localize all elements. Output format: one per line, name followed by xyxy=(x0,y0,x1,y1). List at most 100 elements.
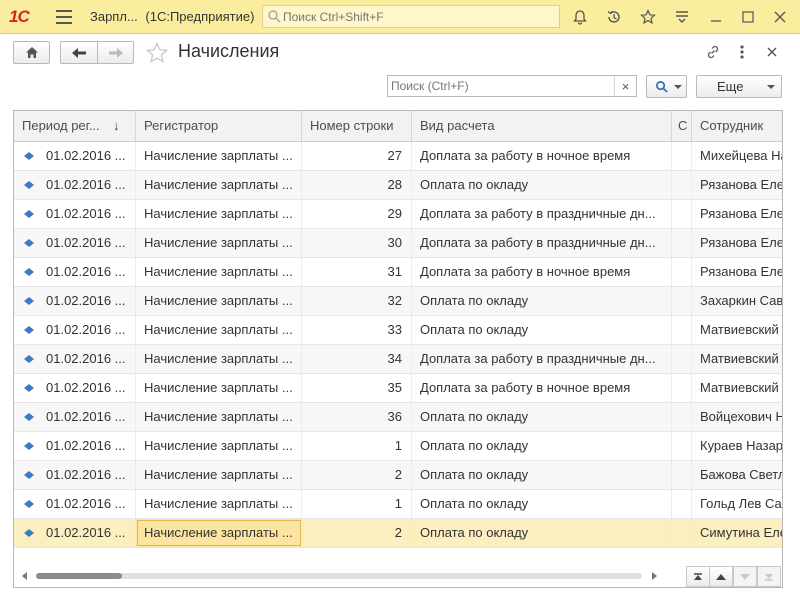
table-cell-employee[interactable]: Рязанова Еле xyxy=(692,258,782,286)
favorites-star-icon[interactable] xyxy=(638,7,658,27)
table-cell-period[interactable]: 01.02.2016 ... xyxy=(14,316,136,344)
table-cell-registrar[interactable]: Начисление зарплаты ... xyxy=(136,432,302,460)
home-button[interactable] xyxy=(13,41,50,64)
column-header-calc-kind[interactable]: Вид расчета xyxy=(412,111,672,141)
search-options-button[interactable] xyxy=(646,75,687,98)
table-cell-employee[interactable]: Рязанова Еле xyxy=(692,200,782,228)
table-cell-empty[interactable] xyxy=(672,345,692,373)
table-row[interactable]: 01.02.2016 ... Начисление зарплаты ... 35 Д… xyxy=(14,374,782,403)
table-cell-line[interactable]: 32 xyxy=(302,287,412,315)
table-cell-employee[interactable]: Гольд Лев Са xyxy=(692,490,782,518)
table-cell-registrar[interactable]: Начисление зарплаты ... xyxy=(136,345,302,373)
table-cell-line[interactable]: 27 xyxy=(302,142,412,170)
table-cell-kind[interactable]: Оплата по окладу xyxy=(412,316,672,344)
table-cell-registrar[interactable]: Начисление зарплаты ... xyxy=(136,287,302,315)
column-header-period[interactable]: Период рег... ↓ xyxy=(14,111,136,141)
table-row[interactable]: 01.02.2016 ... Начисление зарплаты ... 36 О… xyxy=(14,403,782,432)
global-search-field[interactable] xyxy=(262,5,560,28)
table-cell-empty[interactable] xyxy=(672,171,692,199)
back-button[interactable] xyxy=(60,41,98,64)
column-header-truncated[interactable]: С xyxy=(672,111,692,141)
table-cell-registrar[interactable]: Начисление зарплаты ... xyxy=(136,142,302,170)
close-form-icon[interactable] xyxy=(763,43,781,61)
clear-search-icon[interactable]: × xyxy=(614,76,636,96)
table-cell-line[interactable]: 28 xyxy=(302,171,412,199)
table-cell-period[interactable]: 01.02.2016 ... xyxy=(14,287,136,315)
table-cell-registrar[interactable]: Начисление зарплаты ... xyxy=(136,229,302,257)
table-cell-empty[interactable] xyxy=(672,200,692,228)
table-row[interactable]: 01.02.2016 ... Начисление зарплаты ... 27 Д… xyxy=(14,142,782,171)
forward-button[interactable] xyxy=(97,41,134,64)
table-cell-period[interactable]: 01.02.2016 ... xyxy=(14,403,136,431)
table-cell-line[interactable]: 1 xyxy=(302,432,412,460)
table-row[interactable]: 01.02.2016 ... Начисление зарплаты ... 1 Оп… xyxy=(14,432,782,461)
scroll-to-bottom-button[interactable] xyxy=(757,566,781,587)
table-cell-employee[interactable]: Матвиевский xyxy=(692,316,782,344)
table-cell-line[interactable]: 2 xyxy=(302,461,412,489)
table-row[interactable]: 01.02.2016 ... Начисление зарплаты ... 2 Оп… xyxy=(14,461,782,490)
table-cell-employee[interactable]: Матвиевский xyxy=(692,345,782,373)
table-cell-period[interactable]: 01.02.2016 ... xyxy=(14,432,136,460)
history-icon[interactable] xyxy=(604,7,624,27)
table-cell-registrar[interactable]: Начисление зарплаты ... xyxy=(136,316,302,344)
table-row[interactable]: 01.02.2016 ... Начисление зарплаты ... 29 Д… xyxy=(14,200,782,229)
table-cell-period[interactable]: 01.02.2016 ... xyxy=(14,490,136,518)
global-search-input[interactable] xyxy=(283,8,553,25)
table-cell-period[interactable]: 01.02.2016 ... xyxy=(14,229,136,257)
table-cell-line[interactable]: 29 xyxy=(302,200,412,228)
table-cell-registrar[interactable]: Начисление зарплаты ... xyxy=(136,171,302,199)
table-cell-period[interactable]: 01.02.2016 ... xyxy=(14,461,136,489)
column-header-registrar[interactable]: Регистратор xyxy=(136,111,302,141)
table-cell-line[interactable]: 35 xyxy=(302,374,412,402)
table-cell-line[interactable]: 2 xyxy=(302,519,412,547)
table-cell-kind[interactable]: Оплата по окладу xyxy=(412,490,672,518)
table-cell-employee[interactable]: Войцехович Н xyxy=(692,403,782,431)
table-cell-line[interactable]: 33 xyxy=(302,316,412,344)
table-cell-period[interactable]: 01.02.2016 ... xyxy=(14,142,136,170)
table-cell-empty[interactable] xyxy=(672,490,692,518)
column-header-line-number[interactable]: Номер строки xyxy=(302,111,412,141)
table-cell-kind[interactable]: Доплата за работу в ночное время xyxy=(412,142,672,170)
scroll-left-icon[interactable] xyxy=(22,572,27,580)
table-row[interactable]: 01.02.2016 ... Начисление зарплаты ... 31 Д… xyxy=(14,258,782,287)
table-row[interactable]: 01.02.2016 ... Начисление зарплаты ... 34 Д… xyxy=(14,345,782,374)
table-cell-employee[interactable]: Рязанова Еле xyxy=(692,229,782,257)
table-cell-kind[interactable]: Доплата за работу в ночное время xyxy=(412,258,672,286)
table-cell-line[interactable]: 36 xyxy=(302,403,412,431)
table-cell-registrar[interactable]: Начисление зарплаты ... xyxy=(136,490,302,518)
table-cell-empty[interactable] xyxy=(672,461,692,489)
table-cell-employee[interactable]: Кураев Назар xyxy=(692,432,782,460)
table-row[interactable]: 01.02.2016 ... Начисление зарплаты ... 32 О… xyxy=(14,287,782,316)
table-cell-line[interactable]: 1 xyxy=(302,490,412,518)
table-cell-line[interactable]: 34 xyxy=(302,345,412,373)
scroll-track[interactable] xyxy=(36,573,642,579)
table-cell-employee[interactable]: Симутина Еле xyxy=(692,519,782,547)
list-search-input[interactable] xyxy=(391,78,611,94)
table-cell-kind[interactable]: Оплата по окладу xyxy=(412,287,672,315)
table-cell-kind[interactable]: Оплата по окладу xyxy=(412,519,672,547)
table-cell-employee[interactable]: Матвиевский xyxy=(692,374,782,402)
more-button[interactable]: Еще xyxy=(696,75,782,98)
table-cell-employee[interactable]: Бажова Светл xyxy=(692,461,782,489)
bell-icon[interactable] xyxy=(570,7,590,27)
table-row[interactable]: 01.02.2016 ... Начисление зарплаты ... 28 О… xyxy=(14,171,782,200)
table-cell-empty[interactable] xyxy=(672,316,692,344)
table-cell-registrar[interactable]: Начисление зарплаты ... xyxy=(136,519,302,547)
table-cell-empty[interactable] xyxy=(672,229,692,257)
table-cell-registrar[interactable]: Начисление зарплаты ... xyxy=(136,374,302,402)
link-icon[interactable] xyxy=(704,43,722,61)
table-cell-line[interactable]: 30 xyxy=(302,229,412,257)
table-cell-registrar[interactable]: Начисление зарплаты ... xyxy=(136,461,302,489)
table-cell-kind[interactable]: Оплата по окладу xyxy=(412,432,672,460)
table-cell-period[interactable]: 01.02.2016 ... xyxy=(14,374,136,402)
table-cell-empty[interactable] xyxy=(672,287,692,315)
table-cell-empty[interactable] xyxy=(672,403,692,431)
scroll-right-icon[interactable] xyxy=(652,572,657,580)
app-logo[interactable]: 1С xyxy=(9,7,30,27)
column-header-employee[interactable]: Сотрудник xyxy=(692,111,782,141)
list-search-field[interactable]: × xyxy=(387,75,637,97)
horizontal-scrollbar[interactable] xyxy=(22,569,662,583)
table-cell-kind[interactable]: Доплата за работу в праздничные дн... xyxy=(412,200,672,228)
table-cell-period[interactable]: 01.02.2016 ... xyxy=(14,171,136,199)
table-cell-empty[interactable] xyxy=(672,432,692,460)
